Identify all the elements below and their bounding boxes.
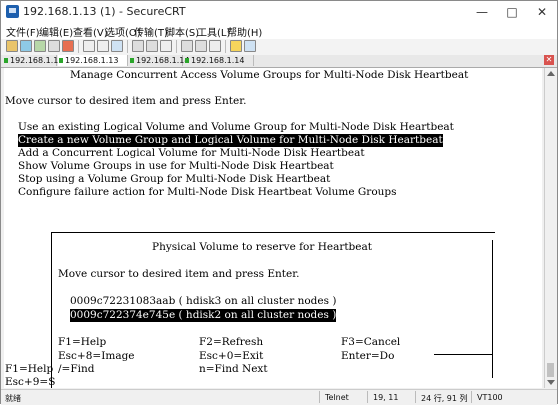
status-bar: 就绪 Telnet 19, 11 24 行, 91 列 VT100 (1, 389, 557, 405)
terminal-menu-item[interactable]: Stop using a Volume Group for Multi-Node… (18, 173, 330, 186)
keymap-icon[interactable] (209, 40, 221, 52)
connect-icon[interactable] (6, 40, 18, 52)
tip-icon[interactable] (230, 40, 242, 52)
terminal-instruction: Move cursor to desired item and press En… (5, 95, 247, 107)
terminal-menu-item[interactable]: Add a Concurrent Logical Volume for Mult… (18, 147, 365, 160)
menu-tools[interactable]: 工具(L) (197, 24, 230, 39)
tab-session-3[interactable]: 192.168.1.14 (129, 55, 189, 66)
popup-list-item-selected[interactable]: 0009c722374e745e ( hdisk2 on all cluster… (70, 309, 337, 322)
menu-edit[interactable]: 编辑(E) (39, 24, 73, 39)
menu-bar: 文件(F) 编辑(E) 查看(V) 选项(O) 传输(T) 脚本(S) 工具(L… (1, 23, 557, 39)
terminal-screen[interactable]: Manage Concurrent Access Volume Groups f… (4, 68, 542, 388)
connected-indicator-icon (130, 58, 134, 63)
tab-session-2[interactable]: 192.168.1.13 (1) (58, 55, 128, 76)
window-title: 192.168.1.13 (1) - SecureCRT (23, 5, 186, 18)
paste-icon[interactable] (97, 40, 109, 52)
status-size: 24 行, 91 列 (421, 394, 468, 403)
popup-list-item[interactable]: 0009c72231083aab ( hdisk3 on all cluster… (70, 295, 336, 308)
find-icon[interactable] (111, 40, 123, 52)
toolbar (1, 39, 557, 55)
menu-help[interactable]: 帮助(H) (227, 24, 262, 39)
popup-divider (434, 354, 492, 355)
print-icon[interactable] (132, 40, 144, 52)
securecrt-app-icon (6, 5, 19, 18)
popup-title: Physical Volume to reserve for Heartbeat (152, 241, 372, 253)
popup-right-border (492, 240, 493, 378)
maximize-button[interactable]: □ (497, 1, 527, 23)
status-ready: 就绪 (5, 394, 21, 403)
tab-label: 192.168.1.14 (136, 56, 190, 65)
tab-session-1[interactable]: 192.168.1.13 (3, 55, 63, 66)
terminal-key-help: F1=Help (5, 363, 54, 375)
terminal-key-shortcut: Esc+9=S (5, 376, 56, 388)
status-cursor-position: 19, 11 (373, 393, 399, 402)
tab-label: 192.168.1.13 (10, 56, 64, 65)
menu-script[interactable]: 脚本(S) (165, 24, 199, 39)
popup-key-exit: Esc+0=Exit (199, 350, 264, 362)
quick-connect-icon[interactable] (20, 40, 32, 52)
connect-in-tab-icon[interactable] (34, 40, 46, 52)
session-tab-bar: 192.168.1.13 192.168.1.13 (1) 192.168.1.… (1, 55, 557, 76)
popup-key-cancel: F3=Cancel (341, 336, 401, 348)
global-options-icon[interactable] (195, 40, 207, 52)
connected-indicator-icon (185, 58, 189, 63)
menu-transfer[interactable]: 传输(T) (134, 24, 168, 39)
popup-key-do: Enter=Do (341, 350, 395, 362)
popup-key-find: /=Find (58, 363, 95, 375)
connected-indicator-icon (59, 58, 63, 63)
print-selection-icon[interactable] (146, 40, 158, 52)
menu-view[interactable]: 查看(V) (73, 24, 108, 39)
reconnect-icon[interactable] (48, 40, 60, 52)
scroll-thumb[interactable] (547, 363, 554, 377)
terminal-menu-item-selected[interactable]: Create a new Volume Group and Logical Vo… (18, 134, 443, 147)
popup-key-find-next: n=Find Next (199, 363, 268, 375)
minimize-button[interactable]: — (467, 1, 497, 23)
terminal-scrollbar[interactable] (544, 68, 556, 388)
menu-file[interactable]: 文件(F) (6, 24, 40, 39)
scroll-up-arrow-icon[interactable] (547, 71, 555, 76)
popup-instruction: Move cursor to desired item and press En… (58, 268, 300, 280)
connected-indicator-icon (4, 58, 8, 63)
copy-icon[interactable] (83, 40, 95, 52)
help-icon[interactable] (244, 40, 256, 52)
close-tab-icon[interactable]: ✕ (544, 55, 554, 65)
terminal-header: Manage Concurrent Access Volume Groups f… (70, 69, 469, 81)
status-emulation: VT100 (477, 393, 503, 402)
status-protocol: Telnet (325, 393, 349, 402)
terminal-menu-item[interactable]: Use an existing Logical Volume and Volum… (18, 121, 454, 134)
disconnect-icon[interactable] (62, 40, 74, 52)
terminal-menu-item[interactable]: Show Volume Groups in use for Multi-Node… (18, 160, 334, 173)
securecrt-window: 192.168.1.13 (1) - SecureCRT — □ ✕ 文件(F)… (0, 0, 558, 405)
log-session-icon[interactable] (160, 40, 172, 52)
popup-key-help: F1=Help (58, 336, 107, 348)
close-button[interactable]: ✕ (527, 1, 557, 23)
tab-session-4[interactable]: 192.168.1.14 (1) (184, 55, 254, 76)
title-bar: 192.168.1.13 (1) - SecureCRT — □ ✕ (1, 1, 557, 23)
popup-key-refresh: F2=Refresh (199, 336, 264, 348)
session-options-icon[interactable] (181, 40, 193, 52)
terminal-menu-item[interactable]: Configure failure action for Multi-Node … (18, 186, 397, 199)
popup-key-image: Esc+8=Image (58, 350, 135, 362)
scroll-down-arrow-icon[interactable] (547, 380, 555, 385)
